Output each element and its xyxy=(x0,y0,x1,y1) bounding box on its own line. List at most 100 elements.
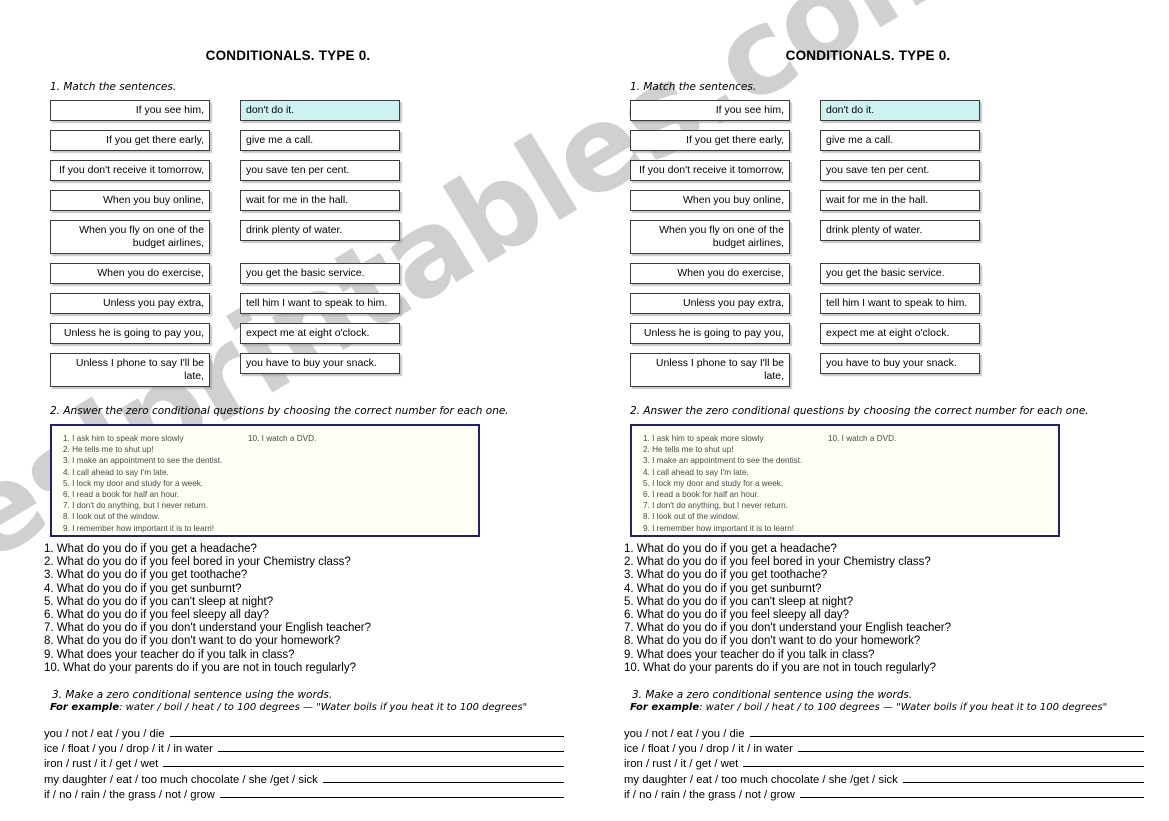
match-right-cell[interactable]: wait for me in the hall. xyxy=(820,190,980,211)
answer-option[interactable]: 7. I don't do anything, but I never retu… xyxy=(643,500,802,511)
answer-option[interactable]: 5. I lock my door and study for a week. xyxy=(63,478,222,489)
match-left-cell[interactable]: If you don't receive it tomorrow, xyxy=(50,160,210,181)
match-row: If you don't receive it tomorrow, you sa… xyxy=(630,160,1150,181)
match-right-cell[interactable]: you get the basic service. xyxy=(240,263,400,284)
match-right-cell[interactable]: drink plenty of water. xyxy=(820,220,980,241)
answer-line[interactable] xyxy=(797,741,1144,753)
answer-option[interactable]: 6. I read a book for half an hour. xyxy=(643,489,802,500)
match-row: Unless you pay extra, tell him I want to… xyxy=(50,293,570,314)
answer-option[interactable]: 3. I make an appointment to see the dent… xyxy=(63,455,222,466)
prompt-row: if / no / rain / the grass / not / grow xyxy=(624,787,1144,802)
answer-option[interactable]: 1. I ask him to speak more slowly xyxy=(63,433,222,444)
worksheet-copy-right: CONDITIONALS. TYPE 0. 1. Match the sente… xyxy=(618,0,1163,821)
match-left-cell[interactable]: When you do exercise, xyxy=(50,263,210,284)
match-row: When you buy online, wait for me in the … xyxy=(630,190,1150,211)
answer-option[interactable]: 10. I watch a DVD. xyxy=(828,433,896,444)
match-right-cell[interactable]: tell him I want to speak to him. xyxy=(820,293,980,314)
answer-option[interactable]: 3. I make an appointment to see the dent… xyxy=(643,455,802,466)
prompt-row: you / not / eat / you / die xyxy=(624,726,1144,741)
question-item: 3. What do you do if you get toothache? xyxy=(44,569,248,582)
match-left-cell[interactable]: When you buy online, xyxy=(50,190,210,211)
section2-heading: 2. Answer the zero conditional questions… xyxy=(50,405,509,417)
question-item: 7. What do you do if you don't understan… xyxy=(44,622,371,635)
answer-option[interactable]: 7. I don't do anything, but I never retu… xyxy=(63,500,222,511)
section3-example: For example: water / boil / heat / to 10… xyxy=(50,702,583,713)
match-left-cell[interactable]: If you don't receive it tomorrow, xyxy=(630,160,790,181)
answer-option[interactable]: 5. I lock my door and study for a week. xyxy=(643,478,802,489)
answer-option[interactable]: 4. I call ahead to say I'm late. xyxy=(63,467,222,478)
match-right-cell[interactable]: you get the basic service. xyxy=(820,263,980,284)
match-row: Unless he is going to pay you, expect me… xyxy=(50,323,570,344)
answer-option[interactable]: 9. I remember how important it is to lea… xyxy=(643,523,802,534)
match-row: Unless I phone to say I'll be late, you … xyxy=(50,353,570,387)
match-left-cell[interactable]: Unless you pay extra, xyxy=(630,293,790,314)
prompt-words: ice / float / you / drop / it / in water xyxy=(44,743,213,756)
answer-line[interactable] xyxy=(217,741,564,753)
prompt-words: ice / float / you / drop / it / in water xyxy=(624,743,793,756)
match-right-cell[interactable]: expect me at eight o'clock. xyxy=(240,323,400,344)
answer-option[interactable]: 9. I remember how important it is to lea… xyxy=(63,523,222,534)
match-left-cell[interactable]: If you get there early, xyxy=(50,130,210,151)
match-left-cell[interactable]: Unless he is going to pay you, xyxy=(50,323,210,344)
answer-line[interactable] xyxy=(749,726,1144,738)
match-right-cell[interactable]: drink plenty of water. xyxy=(240,220,400,241)
question-item: 8. What do you do if you don't want to d… xyxy=(624,635,921,648)
page-title: CONDITIONALS. TYPE 0. xyxy=(205,48,371,63)
match-right-cell[interactable]: don't do it. xyxy=(240,100,400,121)
matching-exercise: If you see him, don't do it. If you get … xyxy=(630,100,1150,387)
match-right-cell[interactable]: tell him I want to speak to him. xyxy=(240,293,400,314)
match-right-cell[interactable]: give me a call. xyxy=(240,130,400,151)
answer-line[interactable] xyxy=(219,787,564,798)
match-left-cell[interactable]: If you get there early, xyxy=(630,130,790,151)
answer-line[interactable] xyxy=(163,756,564,768)
match-left-cell[interactable]: If you see him, xyxy=(630,100,790,121)
answer-option[interactable]: 8. I look out of the window. xyxy=(63,511,222,522)
question-item: 1. What do you do if you get a headache? xyxy=(624,543,837,555)
match-right-cell[interactable]: you save ten per cent. xyxy=(820,160,980,181)
prompt-row: you / not / eat / you / die xyxy=(44,726,564,741)
worksheet-copy-left: CONDITIONALS. TYPE 0. 1. Match the sente… xyxy=(38,0,583,821)
prompt-row: if / no / rain / the grass / not / grow xyxy=(44,787,564,802)
match-right-cell[interactable]: you have to buy your snack. xyxy=(240,353,400,374)
answer-option[interactable]: 6. I read a book for half an hour. xyxy=(63,489,222,500)
answer-option[interactable]: 10. I watch a DVD. xyxy=(248,433,316,444)
match-right-cell[interactable]: you save ten per cent. xyxy=(240,160,400,181)
match-row: When you fly on one of the budget airlin… xyxy=(630,220,1150,254)
answer-line[interactable] xyxy=(902,772,1144,783)
prompt-words: iron / rust / it / get / wet xyxy=(44,758,159,771)
answer-option[interactable]: 4. I call ahead to say I'm late. xyxy=(643,467,802,478)
match-right-cell[interactable]: you have to buy your snack. xyxy=(820,353,980,374)
match-right-cell[interactable]: expect me at eight o'clock. xyxy=(820,323,980,344)
answer-option[interactable]: 2. He tells me to shut up! xyxy=(63,444,222,455)
match-right-cell[interactable]: don't do it. xyxy=(820,100,980,121)
sentence-prompts: you / not / eat / you / die ice / float … xyxy=(44,726,564,802)
question-item: 6. What do you do if you feel sleepy all… xyxy=(624,609,850,622)
answer-line[interactable] xyxy=(743,756,1144,768)
match-left-cell[interactable]: When you do exercise, xyxy=(630,263,790,284)
question-item: 2. What do you do if you feel bored in y… xyxy=(44,556,351,569)
answer-option[interactable]: 1. I ask him to speak more slowly xyxy=(643,433,802,444)
prompt-row: iron / rust / it / get / wet xyxy=(624,756,1144,771)
match-left-cell[interactable]: Unless you pay extra, xyxy=(50,293,210,314)
prompt-words: you / not / eat / you / die xyxy=(44,728,165,741)
prompt-row: ice / float / you / drop / it / in water xyxy=(624,741,1144,756)
match-left-cell[interactable]: Unless he is going to pay you, xyxy=(630,323,790,344)
answer-line[interactable] xyxy=(322,772,564,783)
match-left-cell[interactable]: When you buy online, xyxy=(630,190,790,211)
match-left-cell[interactable]: If you see him, xyxy=(50,100,210,121)
match-right-cell[interactable]: give me a call. xyxy=(820,130,980,151)
match-right-cell[interactable]: wait for me in the hall. xyxy=(240,190,400,211)
match-left-cell[interactable]: Unless I phone to say I'll be late, xyxy=(630,353,790,387)
answer-line[interactable] xyxy=(799,787,1144,798)
answer-option[interactable]: 2. He tells me to shut up! xyxy=(643,444,802,455)
match-left-cell[interactable]: When you fly on one of the budget airlin… xyxy=(630,220,790,254)
match-left-cell[interactable]: When you fly on one of the budget airlin… xyxy=(50,220,210,254)
answer-option[interactable]: 8. I look out of the window. xyxy=(643,511,802,522)
question-item: 2. What do you do if you feel bored in y… xyxy=(624,556,931,569)
section3-heading: 3. Make a zero conditional sentence usin… xyxy=(52,689,333,702)
prompt-words: my daughter / eat / too much chocolate /… xyxy=(624,773,898,786)
answer-line[interactable] xyxy=(169,726,564,738)
question-item: 10. What do your parents do if you are n… xyxy=(44,661,356,674)
match-row: If you get there early, give me a call. xyxy=(50,130,570,151)
match-left-cell[interactable]: Unless I phone to say I'll be late, xyxy=(50,353,210,387)
